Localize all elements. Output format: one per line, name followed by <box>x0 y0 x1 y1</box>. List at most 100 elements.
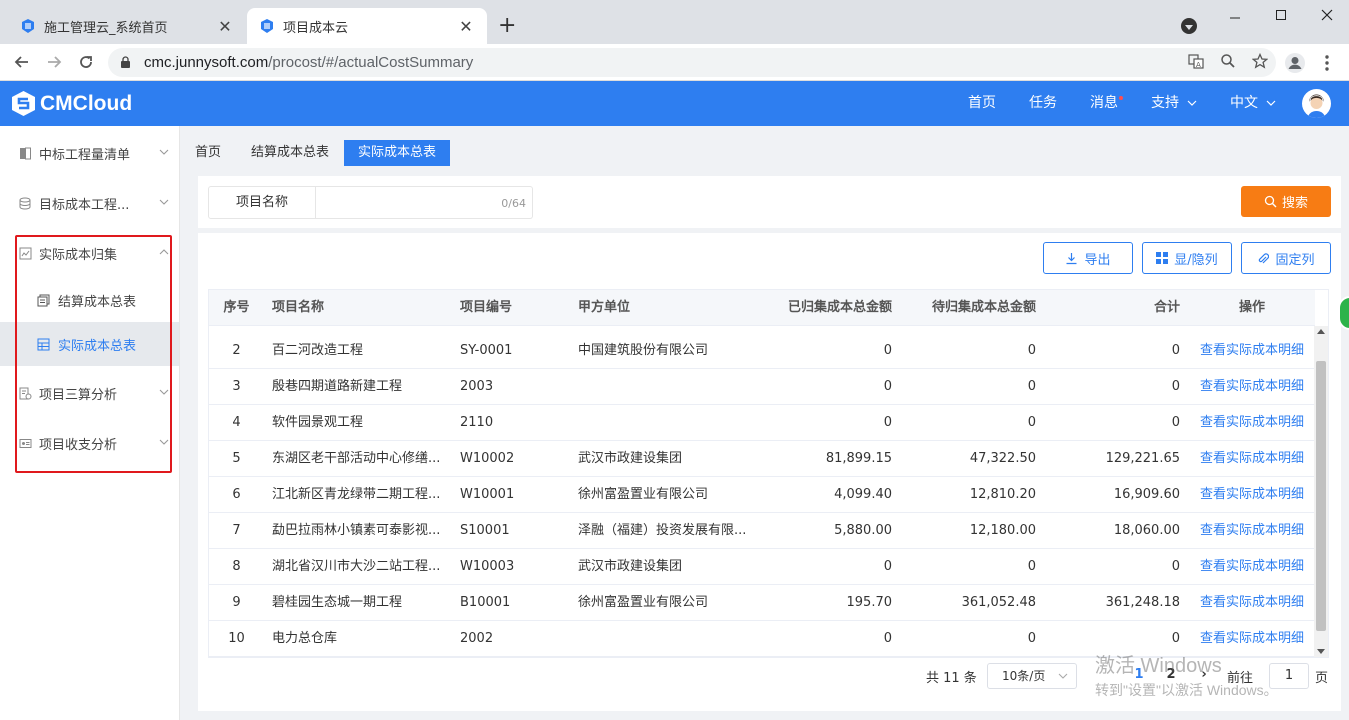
cell-sum: 0 <box>1171 631 1180 646</box>
nav-support[interactable]: 支持 <box>1151 81 1197 126</box>
chevron-down-icon <box>1058 664 1068 698</box>
user-avatar[interactable] <box>1302 89 1331 118</box>
cell-project-name: 百二河改造工程 <box>272 343 364 358</box>
cell-sum: 129,221.65 <box>1105 451 1180 466</box>
tab-actual-summary[interactable]: 实际成本总表 <box>344 140 451 166</box>
cell-index: 3 <box>232 379 241 394</box>
minimize-icon[interactable] <box>1220 6 1250 25</box>
cell-client: 徐州富盈置业有限公司 <box>578 595 709 610</box>
cell-index: 6 <box>232 487 241 502</box>
close-tab-icon[interactable]: ✕ <box>216 17 234 36</box>
browser-tab-cost[interactable]: 项目成本云 ✕ <box>247 8 487 44</box>
cell-index: 8 <box>232 559 241 574</box>
view-detail-link[interactable]: 查看实际成本明细 <box>1194 513 1310 549</box>
page-size-value: 10条/页 <box>1002 669 1046 683</box>
cell-project-code: B10001 <box>460 595 511 610</box>
search-button[interactable]: 搜索 <box>1241 186 1331 217</box>
floating-assistant-icon[interactable] <box>1338 296 1349 330</box>
close-window-icon[interactable] <box>1312 6 1342 25</box>
cell-pending: 0 <box>1027 343 1036 358</box>
cell-collected: 0 <box>883 559 892 574</box>
cell-collected: 0 <box>883 415 892 430</box>
cell-project-name: 碧桂园生态城一期工程 <box>272 595 403 610</box>
goto-page-input[interactable]: 1 <box>1269 663 1309 689</box>
zoom-icon[interactable] <box>1212 53 1244 73</box>
browser-tab-home[interactable]: 施工管理云_系统首页 ✕ <box>8 8 246 44</box>
toggle-columns-button[interactable]: 显/隐列 <box>1142 242 1232 274</box>
nav-home[interactable]: 首页 <box>968 81 996 126</box>
book-icon <box>18 146 32 160</box>
pagination: 共 11 条 10条/页 1 2 › 前往 1 页 <box>198 661 1341 693</box>
view-detail-link[interactable]: 查看实际成本明细 <box>1194 405 1310 441</box>
cell-pending: 361,052.48 <box>961 595 1036 610</box>
cell-project-name: 东湖区老干部活动中心修缮... <box>272 451 441 466</box>
next-page-button[interactable]: › <box>1194 667 1214 682</box>
nav-language[interactable]: 中文 <box>1230 81 1276 126</box>
forward-icon[interactable] <box>42 50 66 74</box>
view-detail-link[interactable]: 查看实际成本明细 <box>1194 333 1310 369</box>
url-host: cmc.junnysoft.com <box>144 54 269 71</box>
cell-client: 泽融（福建）投资发展有限... <box>578 523 747 538</box>
new-tab-button[interactable]: + <box>498 14 516 38</box>
close-tab-icon[interactable]: ✕ <box>457 17 475 36</box>
col-header-sum[interactable]: 合计 <box>1049 290 1180 326</box>
app-logo[interactable]: CMCloud <box>10 90 132 117</box>
paperclip-icon <box>1257 252 1270 265</box>
cell-client <box>578 369 758 405</box>
fix-columns-button[interactable]: 固定列 <box>1241 242 1331 274</box>
scroll-up-icon[interactable] <box>1317 329 1325 334</box>
logo-text: CMCloud <box>40 91 133 115</box>
table-row: 8 湖北省汉川市大沙二站工程... W10003 武汉市政建设集团 0 0 0 … <box>209 549 1315 585</box>
goto-label: 前往 <box>1227 671 1254 686</box>
nav-messages[interactable]: 消息 <box>1090 81 1118 126</box>
total-count: 共 11 条 <box>926 671 977 686</box>
project-name-input[interactable]: 0/64 <box>315 186 533 219</box>
table-row: 9 碧桂园生态城一期工程 B10001 徐州富盈置业有限公司 195.70 36… <box>209 585 1315 621</box>
col-header-index[interactable]: 序号 <box>209 290 264 326</box>
back-icon[interactable] <box>10 50 34 74</box>
col-header-project-name[interactable]: 项目名称 <box>272 290 447 326</box>
cell-project-name: 江北新区青龙绿带二期工程... <box>272 487 441 502</box>
cell-project-name: 软件园景观工程 <box>272 415 364 430</box>
nav-tasks[interactable]: 任务 <box>1029 81 1057 126</box>
cell-sum: 0 <box>1171 379 1180 394</box>
translate-icon[interactable]: A <box>1180 53 1212 73</box>
cell-sum: 0 <box>1171 343 1180 358</box>
profile-icon[interactable] <box>1284 52 1306 74</box>
view-detail-link[interactable]: 查看实际成本明细 <box>1194 477 1310 513</box>
page-size-select[interactable]: 10条/页 <box>987 663 1077 689</box>
scrollbar-thumb[interactable] <box>1316 361 1326 631</box>
cell-collected: 4,099.40 <box>834 487 892 502</box>
bookmark-star-icon[interactable] <box>1244 52 1276 73</box>
view-detail-link[interactable]: 查看实际成本明细 <box>1194 549 1310 585</box>
col-header-project-code[interactable]: 项目编号 <box>460 290 570 326</box>
url-input[interactable]: cmc.junnysoft.com/procost/#/actualCostSu… <box>108 48 1276 77</box>
cell-collected: 5,880.00 <box>834 523 892 538</box>
col-header-collected-total[interactable]: 已归集成本总金额 <box>769 290 892 326</box>
scroll-down-icon[interactable] <box>1317 649 1325 654</box>
view-detail-link[interactable]: 查看实际成本明细 <box>1194 441 1310 477</box>
browser-menu-icon[interactable] <box>1316 52 1338 74</box>
view-detail-link[interactable]: 查看实际成本明细 <box>1194 369 1310 405</box>
site-logo-icon <box>20 18 36 34</box>
reload-icon[interactable] <box>74 50 98 74</box>
sidebar-item-target-cost[interactable]: 目标成本工程... <box>0 178 179 228</box>
col-header-client[interactable]: 甲方单位 <box>578 290 758 326</box>
col-header-pending-total[interactable]: 待归集成本总金额 <box>909 290 1036 326</box>
page-1[interactable]: 1 <box>1129 667 1149 682</box>
maximize-icon[interactable] <box>1266 6 1296 25</box>
tab-home[interactable]: 首页 <box>181 140 235 166</box>
tab-settlement-summary[interactable]: 结算成本总表 <box>237 140 343 166</box>
view-detail-link[interactable]: 查看实际成本明细 <box>1194 621 1310 657</box>
sidebar-item-bid-quantities[interactable]: 中标工程量清单 <box>0 128 179 178</box>
cell-project-name: 湖北省汉川市大沙二站工程... <box>272 559 441 574</box>
export-button[interactable]: 导出 <box>1043 242 1133 274</box>
cell-sum: 0 <box>1171 559 1180 574</box>
table-scrollbar[interactable] <box>1314 326 1328 657</box>
nav-support-label: 支持 <box>1151 95 1179 111</box>
cell-collected: 0 <box>883 379 892 394</box>
page-2[interactable]: 2 <box>1161 667 1181 682</box>
view-detail-link[interactable]: 查看实际成本明细 <box>1194 585 1310 621</box>
tab-search-icon[interactable] <box>1181 18 1197 34</box>
cell-sum: 16,909.60 <box>1113 487 1180 502</box>
